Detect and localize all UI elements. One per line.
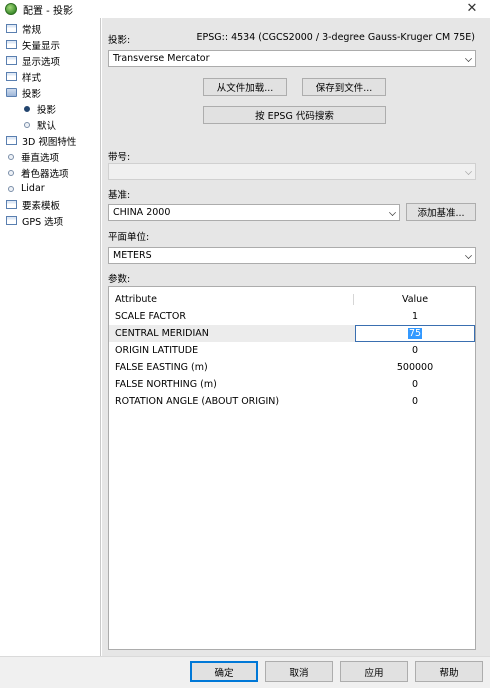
tree-item-label: 着色器选项 <box>21 168 69 180</box>
table-row[interactable]: SCALE FACTOR 1 <box>109 308 475 325</box>
table-row[interactable]: FALSE NORTHING (m) 0 <box>109 376 475 393</box>
apply-button[interactable]: 应用 <box>340 661 408 682</box>
parameters-label: 参数: <box>108 274 131 285</box>
row-value[interactable]: 1 <box>357 311 473 322</box>
projection-select[interactable]: Transverse Mercator <box>108 50 476 67</box>
close-button[interactable]: ✕ <box>464 1 480 16</box>
ok-button[interactable]: 确定 <box>190 661 258 682</box>
tree-item-general[interactable]: 常规 <box>6 21 41 36</box>
zone-label: 带号: <box>108 152 131 163</box>
app-globe-icon <box>5 3 17 15</box>
row-attribute: ROTATION ANGLE (ABOUT ORIGIN) <box>115 396 280 407</box>
planar-units-label: 平面单位: <box>108 232 150 243</box>
dot-icon <box>8 153 14 160</box>
dot-icon <box>24 105 30 112</box>
load-from-file-button[interactable]: 从文件加载... <box>203 78 287 96</box>
tree-item-feature-templates[interactable]: 要素模板 <box>6 197 60 212</box>
window-title: 配置 - 投影 <box>23 5 73 17</box>
search-epsg-button[interactable]: 按 EPSG 代码搜索 <box>203 106 386 124</box>
table-row[interactable]: FALSE EASTING (m) 500000 <box>109 359 475 376</box>
tree-item-default[interactable]: 默认 <box>22 117 56 132</box>
tree-item-label: 常规 <box>22 24 42 36</box>
selected-value-text: 75 <box>407 328 423 339</box>
row-attribute: FALSE EASTING (m) <box>115 362 208 373</box>
projection-label: 投影: <box>108 35 131 46</box>
tree-item-style[interactable]: 样式 <box>6 69 41 84</box>
tree-item-label: GPS 选项 <box>22 216 64 228</box>
row-value[interactable]: 500000 <box>357 362 473 373</box>
tree-item-label: 垂直选项 <box>21 152 60 164</box>
form-icon <box>6 56 17 65</box>
row-attribute: ORIGIN LATITUDE <box>115 345 199 356</box>
dot-icon <box>8 185 14 192</box>
tree-item-label: 默认 <box>37 120 57 132</box>
chevron-down-icon <box>465 55 472 62</box>
form-icon <box>6 136 17 145</box>
form-icon <box>6 72 17 81</box>
planar-units-select-value: METERS <box>113 250 152 261</box>
row-value[interactable]: 0 <box>357 345 473 356</box>
parameters-table: Attribute Value SCALE FACTOR 1 CENTRAL M… <box>108 286 476 650</box>
form-icon <box>6 200 17 209</box>
row-attribute: FALSE NORTHING (m) <box>115 379 217 390</box>
dot-icon <box>24 121 30 128</box>
row-attribute: SCALE FACTOR <box>115 311 186 322</box>
form-icon <box>6 216 17 225</box>
tree-item-label: 要素模板 <box>22 200 61 212</box>
datum-label: 基准: <box>108 190 131 201</box>
tree-item-label: 投影 <box>37 104 57 116</box>
title-bar: 配置 - 投影 ✕ <box>0 0 490 18</box>
help-button[interactable]: 帮助 <box>415 661 483 682</box>
tree-item-label: 样式 <box>22 72 42 84</box>
add-datum-button[interactable]: 添加基准... <box>406 203 476 221</box>
tree-item-display-options[interactable]: 显示选项 <box>6 53 60 68</box>
cancel-button[interactable]: 取消 <box>265 661 333 682</box>
chevron-down-icon <box>389 209 396 216</box>
value-edit-field[interactable]: 75 <box>355 325 475 342</box>
tree-item-label: 矢量显示 <box>22 40 61 52</box>
column-divider <box>353 294 354 305</box>
tree-item-gps-options[interactable]: GPS 选项 <box>6 213 63 228</box>
tree-item-label: Lidar <box>21 183 45 194</box>
datum-select-value: CHINA 2000 <box>113 207 171 218</box>
tree-item-vertical-options[interactable]: 垂直选项 <box>6 149 59 164</box>
row-attribute: CENTRAL MERIDIAN <box>115 328 209 339</box>
chevron-down-icon <box>465 252 472 259</box>
table-row[interactable]: ROTATION ANGLE (ABOUT ORIGIN) 0 <box>109 393 475 410</box>
zone-select <box>108 163 476 180</box>
epsg-info: EPSG:: 4534 (CGCS2000 / 3-degree Gauss-K… <box>196 32 475 43</box>
chevron-down-icon <box>465 168 472 175</box>
projection-select-value: Transverse Mercator <box>113 53 210 64</box>
settings-tree: 常规 矢量显示 显示选项 样式 投影 投影 默认 3D 视图特性 垂直选项 着色… <box>0 18 101 656</box>
folder-icon <box>6 88 17 97</box>
form-icon <box>6 40 17 49</box>
tree-item-lidar[interactable]: Lidar <box>6 181 45 196</box>
row-value[interactable]: 0 <box>357 396 473 407</box>
form-icon <box>6 24 17 33</box>
datum-select[interactable]: CHINA 2000 <box>108 204 400 221</box>
tree-item-shader-options[interactable]: 着色器选项 <box>6 165 69 180</box>
tree-item-3d-view[interactable]: 3D 视图特性 <box>6 133 76 148</box>
planar-units-select[interactable]: METERS <box>108 247 476 264</box>
tree-item-projection-group[interactable]: 投影 <box>6 85 41 100</box>
dialog-button-bar: 确定 取消 应用 帮助 <box>0 656 490 688</box>
tree-item-label: 投影 <box>22 88 42 100</box>
table-header: Attribute Value <box>109 291 475 308</box>
table-row-selected[interactable]: CENTRAL MERIDIAN 75 <box>109 325 475 342</box>
table-row[interactable]: ORIGIN LATITUDE 0 <box>109 342 475 359</box>
tree-item-label: 显示选项 <box>22 56 61 68</box>
dot-icon <box>8 169 14 176</box>
projection-panel: 投影: EPSG:: 4534 (CGCS2000 / 3-degree Gau… <box>102 18 490 656</box>
column-header-value[interactable]: Value <box>357 294 473 305</box>
tree-item-label: 3D 视图特性 <box>22 136 77 148</box>
tree-item-vector-display[interactable]: 矢量显示 <box>6 37 60 52</box>
column-header-attribute[interactable]: Attribute <box>115 294 157 305</box>
save-to-file-button[interactable]: 保存到文件... <box>302 78 386 96</box>
tree-item-projection[interactable]: 投影 <box>22 101 56 116</box>
row-value[interactable]: 0 <box>357 379 473 390</box>
